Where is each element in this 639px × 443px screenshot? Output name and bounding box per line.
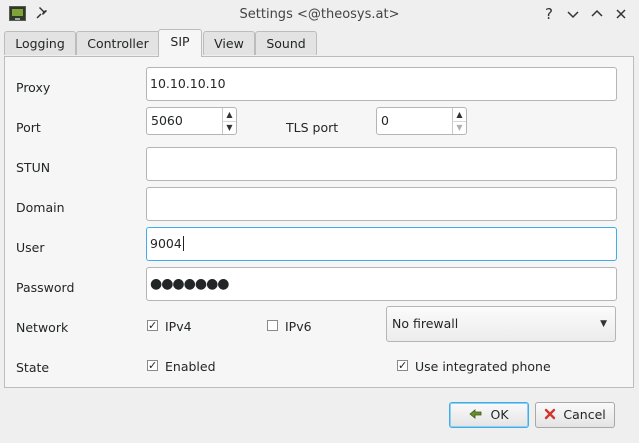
enabled-checkbox[interactable]: ✓ [147,360,158,371]
port-up-arrow-icon[interactable]: ▲ [223,108,236,122]
ipv6-checkbox[interactable] [267,320,278,331]
tls-port-label: TLS port [286,120,339,135]
user-label: User [16,240,45,255]
ipv4-checkbox[interactable]: ✓ [147,320,158,331]
tls-port-spinbox[interactable]: 0 ▲ ▼ [376,107,467,135]
chevron-down-icon: ▼ [600,319,607,329]
firewall-dropdown[interactable]: No firewall ▼ [386,306,616,342]
ok-label: OK [490,407,509,422]
tab-controller[interactable]: Controller [76,31,160,55]
ipv6-label: IPv6 [285,319,312,334]
tls-port-value: 0 [381,113,389,128]
ok-button[interactable]: OK [449,402,529,428]
state-label: State [16,360,50,375]
stun-input[interactable] [146,147,617,181]
proxy-label: Proxy [16,80,51,95]
red-x-icon [544,408,560,423]
hand-pointer-icon [469,408,487,423]
password-input[interactable]: ●●●●●●● [146,267,617,301]
maximize-button[interactable] [588,5,606,23]
tab-view[interactable]: View [203,31,255,55]
text-cursor: ​ [182,236,184,251]
user-input[interactable]: 9004​ [146,227,617,261]
tls-port-up-arrow-icon[interactable]: ▲ [453,108,466,122]
domain-input[interactable] [146,187,617,221]
close-button[interactable] [612,5,630,23]
tls-port-down-arrow-icon[interactable]: ▼ [453,121,466,134]
integrated-phone-label: Use integrated phone [415,359,551,374]
enabled-label: Enabled [165,359,216,374]
password-label: Password [16,280,75,295]
domain-label: Domain [16,200,65,215]
tab-logging[interactable]: Logging [4,31,76,55]
port-value: 5060 [151,113,183,128]
user-value: 9004 [150,236,182,251]
integrated-phone-checkbox[interactable]: ✓ [397,360,408,371]
port-spinbox[interactable]: 5060 ▲ ▼ [146,107,237,135]
help-button[interactable]: ? [540,5,558,23]
port-label: Port [16,120,41,135]
cancel-button[interactable]: Cancel [535,402,615,428]
tab-sip[interactable]: SIP [158,29,202,57]
ipv4-label: IPv4 [165,319,192,334]
minimize-button[interactable] [564,5,582,23]
firewall-selected: No firewall [392,316,459,331]
tab-sound[interactable]: Sound [255,31,317,55]
cancel-label: Cancel [563,407,606,422]
proxy-input[interactable]: 10.10.10.10 [146,67,617,101]
port-down-arrow-icon[interactable]: ▼ [223,121,236,134]
stun-label: STUN [16,160,51,175]
network-label: Network [16,320,69,335]
